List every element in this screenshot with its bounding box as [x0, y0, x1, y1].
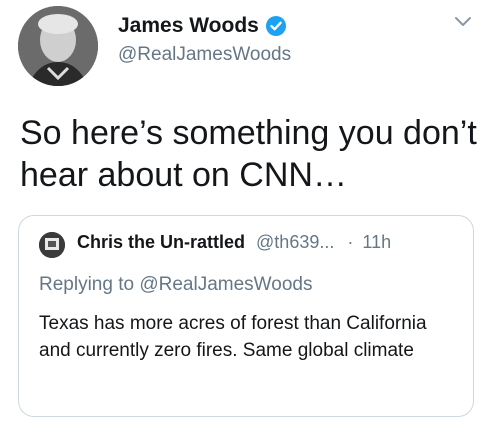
timestamp[interactable]: 11h [362, 232, 391, 252]
tweet: James Woods @RealJamesWoods So here’s so… [0, 0, 500, 439]
author-name-row: James Woods [118, 14, 287, 38]
replying-to-label: Replying to [39, 274, 135, 295]
author-avatar[interactable] [18, 6, 98, 86]
quoted-author-photo [39, 232, 65, 258]
author-photo [18, 6, 98, 86]
verified-badge-icon [265, 15, 287, 37]
replying-to-mention[interactable]: @RealJamesWoods [139, 274, 312, 295]
quoted-author-avatar[interactable] [39, 232, 65, 258]
separator-dot: · [347, 232, 354, 252]
quoted-author-name[interactable]: Chris the Un-rattled [77, 232, 245, 252]
tweet-text: So here’s something you don’t hear about… [20, 114, 477, 194]
quoted-author-handle[interactable]: @th639... [256, 232, 334, 252]
chevron-down-icon[interactable] [452, 10, 474, 32]
quoted-tweet[interactable]: Chris the Un-rattled @th639... · 11h Rep… [18, 215, 474, 417]
author-handle[interactable]: @RealJamesWoods [118, 44, 291, 66]
replying-to-line: Replying to @RealJamesWoods [39, 274, 312, 296]
quoted-tweet-text: Texas has more acres of forest than Cali… [39, 313, 427, 361]
author-name[interactable]: James Woods [118, 14, 259, 38]
quoted-tweet-header: Chris the Un-rattled @th639... · 11h [77, 232, 391, 253]
